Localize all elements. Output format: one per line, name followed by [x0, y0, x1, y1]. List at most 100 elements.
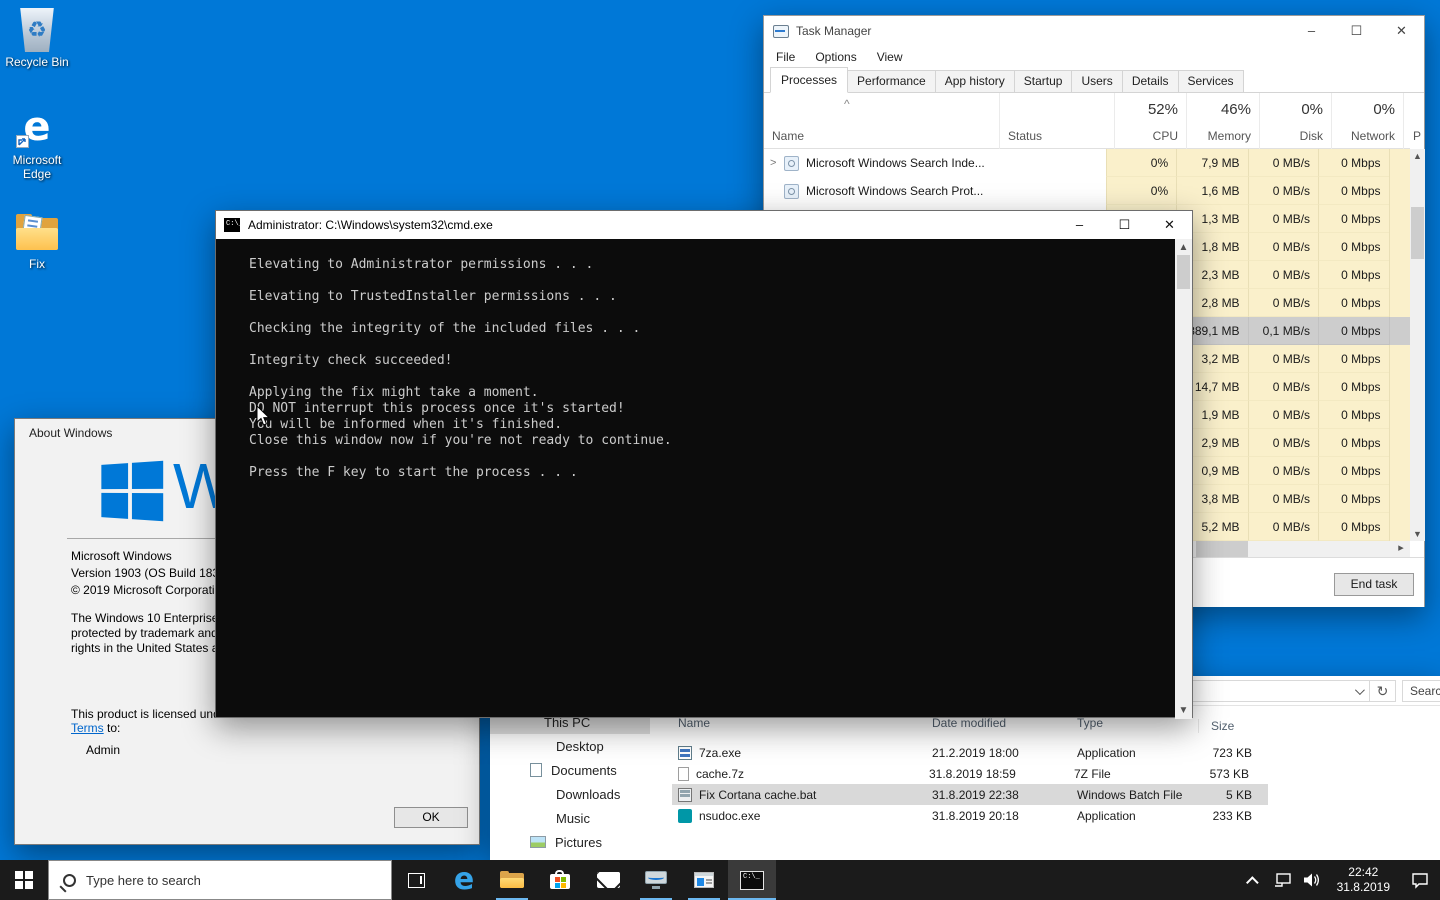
tab[interactable]: Startup: [1014, 70, 1073, 92]
process-row[interactable]: > Microsoft Windows Search Prot... 0% 1,…: [764, 177, 1410, 205]
task-view-button[interactable]: [392, 860, 440, 900]
task-view-icon: [408, 873, 425, 888]
sidebar-item-label: Desktop: [556, 739, 604, 754]
tab[interactable]: Performance: [847, 70, 936, 92]
tray-expand-button[interactable]: [1241, 860, 1269, 900]
taskbar-mail-button[interactable]: [584, 860, 632, 900]
network-tray-button[interactable]: [1269, 860, 1297, 900]
about-version-info: Microsoft Windows Version 1903 (OS Build…: [71, 548, 236, 599]
process-network: 0 Mbps: [1318, 317, 1388, 345]
process-disk: 0 MB/s: [1248, 373, 1318, 401]
header-name[interactable]: ^ Name: [764, 93, 999, 149]
search-input[interactable]: Searc: [1402, 680, 1440, 702]
menu-item[interactable]: Options: [815, 50, 856, 64]
column-size[interactable]: Size: [1198, 719, 1234, 733]
process-disk: 0 MB/s: [1248, 457, 1318, 485]
maximize-button[interactable]: ☐: [1102, 211, 1147, 239]
scroll-right-arrow[interactable]: ▸: [1394, 541, 1408, 557]
header-disk[interactable]: 0% Disk: [1259, 93, 1331, 149]
sidebar-item-icon: [530, 739, 547, 753]
file-row[interactable]: 7za.exe 21.2.2019 18:00 Application 723 …: [672, 742, 1268, 763]
sidebar-item[interactable]: Documents: [490, 758, 650, 782]
scroll-down-arrow[interactable]: ▼: [1410, 529, 1425, 539]
sidebar-item-icon: [530, 836, 546, 848]
sort-ascending-icon: ^: [844, 97, 850, 111]
file-type: Application: [1077, 809, 1198, 823]
header-status[interactable]: Status: [999, 93, 1114, 149]
taskbar-cmd-button[interactable]: C:\_: [728, 860, 776, 900]
scrollbar-thumb[interactable]: [1196, 541, 1248, 557]
taskbar-edge-button[interactable]: e: [440, 860, 488, 900]
file-row[interactable]: cache.7z 31.8.2019 18:59 7Z File 573 KB: [672, 763, 1268, 784]
file-row[interactable]: nsudoc.exe 31.8.2019 20:18 Application 2…: [672, 805, 1268, 826]
cmd-icon: C:\_: [224, 218, 240, 232]
ok-button[interactable]: OK: [394, 807, 468, 828]
file-row[interactable]: Fix Cortana cache.bat 31.8.2019 22:38 Wi…: [672, 784, 1268, 805]
taskbar-about-window-button[interactable]: [680, 860, 728, 900]
close-button[interactable]: ✕: [1147, 211, 1192, 239]
start-button[interactable]: [0, 860, 48, 900]
expand-chevron-icon[interactable]: >: [770, 157, 782, 169]
process-name: Microsoft Windows Search Inde...: [806, 156, 985, 170]
sidebar-item-icon: [530, 811, 547, 825]
tab[interactable]: Users: [1071, 70, 1122, 92]
console-output[interactable]: Elevating to Administrator permissions .…: [216, 239, 1176, 719]
header-network[interactable]: 0% Network: [1331, 93, 1403, 149]
menu-item[interactable]: View: [877, 50, 903, 64]
cmd-scrollbar[interactable]: ▲ ▼: [1175, 239, 1192, 719]
file-explorer-icon: [500, 871, 524, 889]
taskbar-store-button[interactable]: [536, 860, 584, 900]
minimize-button[interactable]: –: [1057, 211, 1102, 239]
scroll-up-arrow[interactable]: ▲: [1410, 151, 1425, 161]
sidebar-item[interactable]: Desktop: [490, 734, 650, 758]
sidebar-item[interactable]: Pictures: [490, 830, 650, 854]
minimize-button[interactable]: –: [1289, 16, 1334, 45]
process-row[interactable]: > Microsoft Windows Search Inde... 0% 7,…: [764, 149, 1410, 177]
task-manager-icon: [645, 871, 667, 889]
sidebar-item-icon: [530, 763, 542, 777]
scroll-up-arrow[interactable]: ▲: [1175, 242, 1192, 253]
process-disk: 0 MB/s: [1248, 261, 1318, 289]
maximize-button[interactable]: ☐: [1334, 16, 1379, 45]
file-type: 7Z File: [1074, 767, 1195, 781]
taskbar-task-manager-button[interactable]: [632, 860, 680, 900]
sidebar-item[interactable]: Music: [490, 806, 650, 830]
header-cpu[interactable]: 52% CPU: [1114, 93, 1186, 149]
tab[interactable]: Services: [1178, 70, 1244, 92]
process-network: 0 Mbps: [1318, 513, 1388, 541]
desktop-icon-edge[interactable]: e Microsoft Edge: [0, 104, 74, 181]
terms-link[interactable]: Terms: [71, 721, 104, 735]
scrollbar-thumb[interactable]: [1177, 255, 1190, 289]
process-network: 0 Mbps: [1318, 233, 1388, 261]
search-placeholder: Type here to search: [86, 873, 201, 888]
vertical-scrollbar[interactable]: ▲ ▼: [1410, 149, 1425, 541]
volume-tray-button[interactable]: [1297, 860, 1327, 900]
refresh-icon: ↻: [1377, 683, 1389, 699]
mouse-cursor: [256, 405, 272, 427]
scrollbar-thumb[interactable]: [1411, 207, 1424, 259]
header-next-column-partial[interactable]: P: [1403, 93, 1425, 149]
console-line: [249, 337, 1176, 353]
taskbar-clock[interactable]: 22:42 31.8.2019: [1327, 865, 1400, 895]
menu-item[interactable]: File: [776, 50, 795, 64]
process-network: 0 Mbps: [1318, 177, 1388, 205]
chevron-down-icon[interactable]: [1355, 685, 1365, 695]
desktop-icon-recycle-bin[interactable]: ♻ Recycle Bin: [0, 8, 74, 69]
console-line: Press the F key to start the process . .…: [249, 465, 1176, 481]
desktop-icon-fix[interactable]: Fix: [0, 214, 74, 271]
tab[interactable]: App history: [935, 70, 1015, 92]
header-memory[interactable]: 46% Memory: [1186, 93, 1259, 149]
end-task-button[interactable]: End task: [1334, 573, 1414, 596]
close-button[interactable]: ✕: [1379, 16, 1424, 45]
sidebar-item[interactable]: Downloads: [490, 782, 650, 806]
tab[interactable]: Processes: [770, 67, 848, 93]
taskbar-explorer-button[interactable]: [488, 860, 536, 900]
file-date: 31.8.2019 22:38: [932, 788, 1077, 802]
taskbar-search-box[interactable]: Type here to search: [48, 860, 392, 900]
refresh-button[interactable]: ↻: [1370, 680, 1396, 702]
action-center-button[interactable]: [1400, 860, 1440, 900]
tab[interactable]: Details: [1122, 70, 1179, 92]
scroll-down-arrow[interactable]: ▼: [1175, 705, 1192, 716]
process-network: 0 Mbps: [1318, 345, 1388, 373]
search-icon: [63, 874, 76, 887]
